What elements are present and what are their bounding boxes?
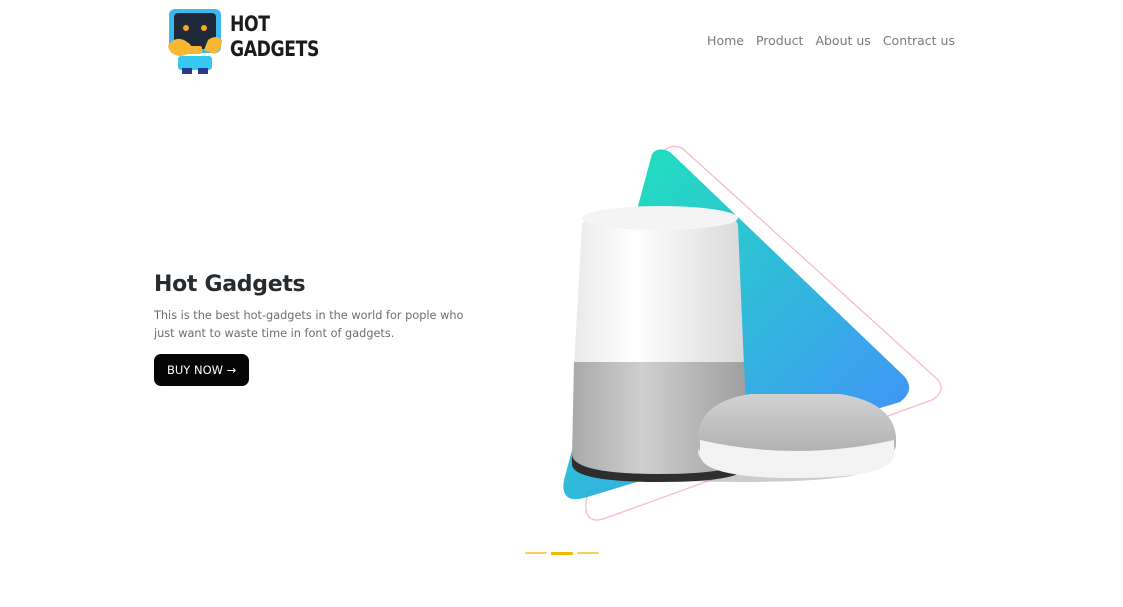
- site-header: HOT GADGETS Home Product About us Contra…: [0, 0, 1123, 80]
- hero-description: This is the best hot-gadgets in the worl…: [154, 309, 464, 340]
- carousel-dot-1[interactable]: [525, 552, 547, 554]
- buy-now-button[interactable]: BUY NOW →: [154, 354, 250, 386]
- brand-line-1: HOT: [230, 12, 270, 36]
- nav-about-us[interactable]: About us: [815, 33, 870, 48]
- nav-contact-us[interactable]: Contract us: [883, 33, 955, 48]
- hero-copy: Hot Gadgets This is the best hot-gadgets…: [154, 272, 484, 386]
- brand-logo[interactable]: HOT GADGETS: [164, 6, 319, 76]
- nav-home[interactable]: Home: [707, 33, 744, 48]
- hero-title: Hot Gadgets: [154, 272, 306, 297]
- carousel-dot-2[interactable]: [551, 552, 573, 555]
- mini-smart-speaker: [698, 394, 896, 478]
- hero-product-image: [563, 145, 942, 521]
- carousel-indicators: [525, 552, 599, 555]
- brand-line-2: GADGETS: [230, 37, 319, 61]
- robot-mascot-icon: [168, 9, 222, 74]
- main-nav: Home Product About us Contract us: [707, 33, 955, 48]
- nav-product[interactable]: Product: [756, 33, 803, 48]
- brand-wordmark: HOT GADGETS: [230, 12, 319, 62]
- carousel-dot-3[interactable]: [577, 552, 599, 554]
